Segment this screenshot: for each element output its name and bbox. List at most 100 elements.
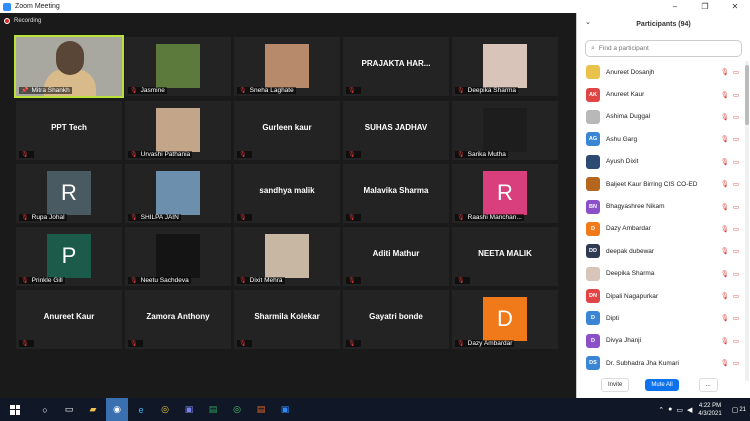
video-off-icon[interactable]: ▭: [733, 180, 739, 188]
outlook-icon[interactable]: ◉: [106, 398, 128, 421]
minimize-button[interactable]: –: [660, 0, 690, 13]
video-off-icon[interactable]: ▭: [733, 113, 739, 121]
edge-icon[interactable]: e: [130, 398, 152, 421]
participant-row[interactable]: AG Ashu Garg 🎙 ▭: [577, 128, 743, 150]
chrome-icon[interactable]: ◎: [154, 398, 176, 421]
clock[interactable]: 4:22 PM 4/3/2021: [698, 402, 721, 418]
video-off-icon[interactable]: ▭: [733, 135, 739, 143]
search-input[interactable]: [598, 45, 719, 52]
video-tile[interactable]: 🎙 Neetu Sachdeva: [125, 227, 231, 286]
video-tile[interactable]: Zamora Anthony 🎙: [125, 290, 231, 349]
video-tile[interactable]: Aditi Mathur 🎙: [343, 227, 449, 286]
muted-mic-icon[interactable]: 🎙: [721, 337, 729, 345]
zoom-taskbar-icon[interactable]: ▣: [274, 398, 296, 421]
video-off-icon[interactable]: ▭: [733, 203, 739, 211]
chrome-2-icon[interactable]: ◎: [226, 398, 248, 421]
muted-mic-icon[interactable]: 🎙: [721, 91, 729, 99]
muted-mic-icon[interactable]: 🎙: [721, 247, 729, 255]
participant-row[interactable]: Ayush Dixit 🎙 ▭: [577, 151, 743, 173]
participant-row[interactable]: D Dipti 🎙 ▭: [577, 307, 743, 329]
collapse-chevron-icon[interactable]: ⌄: [585, 18, 591, 26]
participant-scrollbar[interactable]: [745, 61, 749, 381]
microphone-icon[interactable]: ●: [668, 406, 672, 413]
muted-mic-icon[interactable]: 🎙: [721, 113, 729, 121]
excel-icon[interactable]: ▤: [202, 398, 224, 421]
participant-row[interactable]: AK Anureet Kaur 🎙 ▭: [577, 83, 743, 105]
video-tile[interactable]: P 🎙 Prinkle Gill: [16, 227, 122, 286]
video-tile[interactable]: 🎙 Dixit Mehra: [234, 227, 340, 286]
video-tile[interactable]: Gayatri bonde 🎙: [343, 290, 449, 349]
participant-row[interactable]: Baljeet Kaur Birring CIS CO-ED 🎙 ▭: [577, 173, 743, 195]
video-tile[interactable]: PPT Tech 🎙: [16, 101, 122, 160]
participants-title: Participants (94): [636, 20, 691, 28]
video-tile[interactable]: sandhya malik 🎙: [234, 164, 340, 223]
video-tile[interactable]: 🎙 Sarika Mutha: [452, 101, 558, 160]
muted-mic-icon[interactable]: 🎙: [721, 203, 729, 211]
video-off-icon[interactable]: ▭: [733, 337, 739, 345]
video-tile[interactable]: 🎙 Deepika Sharma: [452, 37, 558, 96]
close-button[interactable]: ✕: [720, 0, 750, 13]
participant-search[interactable]: ⌕: [585, 40, 742, 57]
video-tile[interactable]: Anureet Kaur 🎙: [16, 290, 122, 349]
tray-chevron-icon[interactable]: ⌃: [658, 406, 664, 414]
muted-mic-icon[interactable]: 🎙: [721, 359, 729, 367]
participant-row[interactable]: Ashima Duggal 🎙 ▭: [577, 106, 743, 128]
volume-icon[interactable]: ◀: [687, 406, 692, 414]
video-tile[interactable]: D 🎙 Dazy Ambardar: [452, 290, 558, 349]
participant-row[interactable]: D Dazy Ambardar 🎙 ▭: [577, 218, 743, 240]
video-tile[interactable]: 🎙 SHILPA JAIN: [125, 164, 231, 223]
recording-indicator[interactable]: Recording: [4, 18, 41, 24]
teams-icon[interactable]: ▣: [178, 398, 200, 421]
participant-row[interactable]: Deepika Sharma 🎙 ▭: [577, 263, 743, 285]
muted-mic-icon[interactable]: 🎙: [721, 180, 729, 188]
video-tile[interactable]: 🎙 Urvashi Pathania: [125, 101, 231, 160]
video-tile[interactable]: NEETA MALIK 🎙: [452, 227, 558, 286]
participant-row[interactable]: BN Bhagyashree Nikam 🎙 ▭: [577, 195, 743, 217]
muted-mic-icon[interactable]: 🎙: [721, 158, 729, 166]
windows-start-icon[interactable]: [10, 404, 20, 415]
participant-row[interactable]: D Divya Jhanji 🎙 ▭: [577, 330, 743, 352]
muted-mic-icon[interactable]: 🎙: [721, 270, 729, 278]
video-off-icon[interactable]: ▭: [733, 359, 739, 367]
video-tile[interactable]: PRAJAKTA HAR... 🎙: [343, 37, 449, 96]
muted-mic-icon[interactable]: 🎙: [721, 314, 729, 322]
maximize-button[interactable]: ❐: [690, 0, 720, 13]
participant-row[interactable]: DD deepak dubewar 🎙 ▭: [577, 240, 743, 262]
participant-row[interactable]: Anureet Dosanjh 🎙 ▭: [577, 61, 743, 83]
powerpoint-icon[interactable]: ▤: [250, 398, 272, 421]
video-off-icon[interactable]: ▭: [733, 314, 739, 322]
video-tile[interactable]: 📌 Mitra Shankh: [14, 35, 124, 98]
participant-name: SHILPA JAIN: [140, 214, 179, 221]
video-tile[interactable]: Gurleen kaur 🎙: [234, 101, 340, 160]
network-icon[interactable]: ▭: [676, 406, 683, 414]
invite-button[interactable]: Invite: [601, 378, 630, 392]
video-tile[interactable]: SUHAS JADHAV 🎙: [343, 101, 449, 160]
notification-icon[interactable]: ▢: [732, 406, 739, 414]
video-tile[interactable]: Sharmila Kolekar 🎙: [234, 290, 340, 349]
more-button[interactable]: ...: [698, 378, 718, 392]
video-tile[interactable]: Malavika Sharma 🎙: [343, 164, 449, 223]
muted-mic-icon[interactable]: 🎙: [721, 68, 729, 76]
video-off-icon[interactable]: ▭: [733, 158, 739, 166]
video-tile[interactable]: 🎙 Sneha Laghate: [234, 37, 340, 96]
file-explorer-icon[interactable]: ▰: [82, 398, 104, 421]
video-tile[interactable]: R 🎙 Rupa Johal: [16, 164, 122, 223]
video-off-icon[interactable]: ▭: [733, 270, 739, 278]
muted-mic-icon[interactable]: 🎙: [721, 225, 729, 233]
mute-all-button[interactable]: Mute All: [645, 379, 679, 391]
name-caption: 🎙: [237, 214, 252, 221]
video-off-icon[interactable]: ▭: [733, 68, 739, 76]
search-circle-icon[interactable]: ○: [34, 398, 56, 421]
video-off-icon[interactable]: ▭: [733, 247, 739, 255]
task-view-icon[interactable]: ▭: [58, 398, 80, 421]
video-off-icon[interactable]: ▭: [733, 292, 739, 300]
pin-icon: 📌: [21, 88, 29, 94]
participant-row[interactable]: DS Dr. Subhadra Jha Kumari 🎙 ▭: [577, 352, 743, 374]
video-tile[interactable]: 🎙 Jasmine: [125, 37, 231, 96]
video-off-icon[interactable]: ▭: [733, 91, 739, 99]
muted-mic-icon[interactable]: 🎙: [721, 292, 729, 300]
muted-mic-icon[interactable]: 🎙: [721, 135, 729, 143]
video-off-icon[interactable]: ▭: [733, 225, 739, 233]
video-tile[interactable]: R 🎙 Raashi Manchan...: [452, 164, 558, 223]
participant-row[interactable]: DN Dipali Nagapurkar 🎙 ▭: [577, 285, 743, 307]
